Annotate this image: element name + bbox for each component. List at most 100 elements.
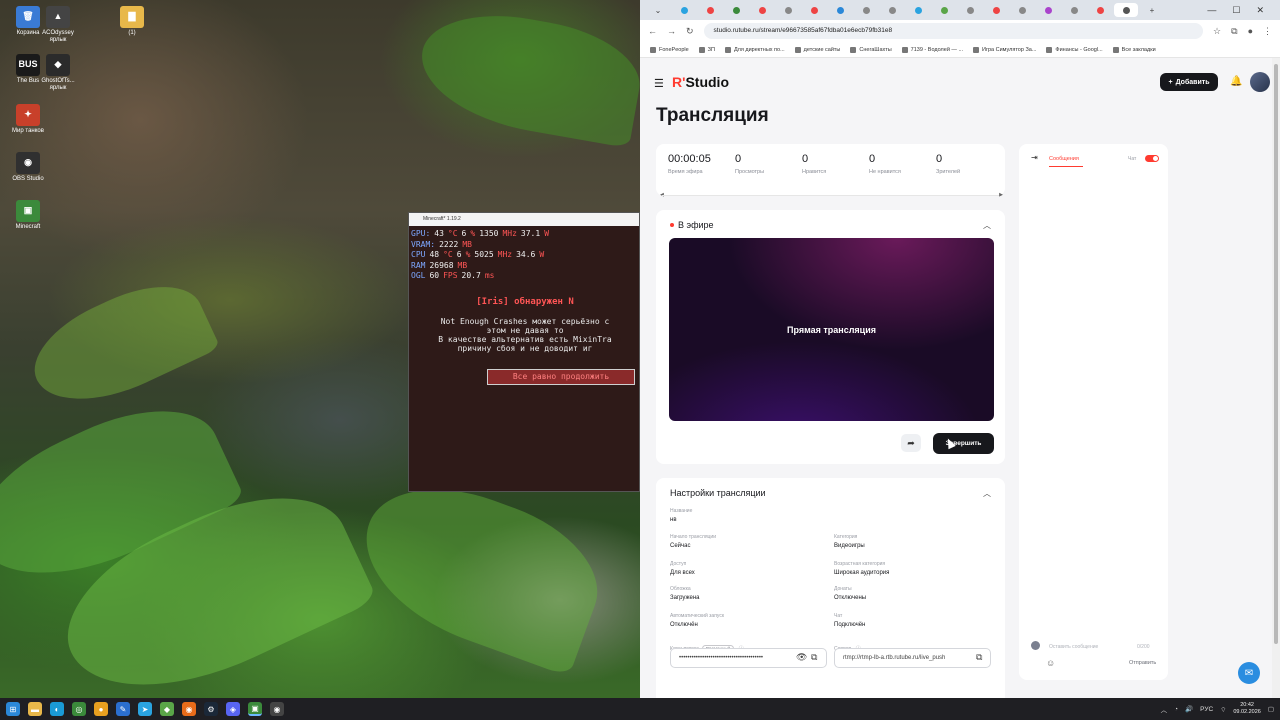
taskbar-app-icon[interactable]: ◈ xyxy=(226,702,240,716)
minecraft-window[interactable]: Minecraft* 1.19.2 GPU: 43 °C 6% 1350 MHz 37.1 W… xyxy=(408,212,640,492)
browser-tab[interactable] xyxy=(776,3,800,17)
bookmark-item[interactable]: СнегаШахты xyxy=(850,46,892,53)
browser-tab[interactable] xyxy=(906,3,930,17)
browser-tab[interactable] xyxy=(698,3,722,17)
browser-tab[interactable] xyxy=(672,3,696,17)
copy-icon[interactable]: ⧉ xyxy=(811,652,817,663)
browser-tab[interactable] xyxy=(958,3,982,17)
network-icon[interactable]: ◔ xyxy=(1174,706,1178,713)
send-button[interactable]: Отправить xyxy=(1129,660,1156,666)
taskbar-app-icon[interactable]: ▬ xyxy=(28,702,42,716)
stream-player[interactable]: Прямая трансляция xyxy=(669,238,994,421)
start-button[interactable]: ⊞ xyxy=(6,702,20,716)
bookmark-item[interactable]: ЗП xyxy=(698,46,715,53)
field-start[interactable]: Начало трансляции Сейчас xyxy=(670,534,716,549)
browser-tab[interactable] xyxy=(828,3,852,17)
tab-messages[interactable]: Сообщения xyxy=(1049,156,1079,162)
back-icon[interactable]: ← xyxy=(648,26,657,36)
close-button[interactable]: ✕ xyxy=(1256,5,1264,16)
bookmark-item[interactable]: Игра Симулятор За... xyxy=(973,46,1036,53)
chevron-up-icon[interactable]: ︿ xyxy=(1161,704,1168,714)
reload-icon[interactable]: ↻ xyxy=(686,26,694,37)
chat-toggle[interactable] xyxy=(1145,155,1159,162)
taskbar-app-icon[interactable]: ◉ xyxy=(270,702,284,716)
field-category[interactable]: Категория Видеоигры xyxy=(834,534,865,549)
desktop-icon[interactable]: ✦ Мир танков xyxy=(6,104,50,135)
browser-tab[interactable] xyxy=(750,3,774,17)
browser-tab[interactable] xyxy=(932,3,956,17)
taskbar-app-icon[interactable]: ✎ xyxy=(116,702,130,716)
profile-icon[interactable]: ● xyxy=(1248,26,1253,36)
menu-icon[interactable]: ☰ xyxy=(654,77,664,90)
taskbar-app-icon[interactable]: ◆ xyxy=(160,702,174,716)
wifi-icon[interactable]: ⌔ xyxy=(1220,705,1226,714)
field-donations[interactable]: Донаты Отключены xyxy=(834,586,866,601)
bell-icon[interactable]: 🔔 xyxy=(1230,76,1242,87)
desktop-icon[interactable]: ▇ (1) xyxy=(110,6,154,37)
stats-scrollbar[interactable] xyxy=(662,195,1000,196)
maximize-button[interactable]: ☐ xyxy=(1232,5,1240,16)
field-name[interactable]: Название нв xyxy=(670,508,692,523)
browser-tab[interactable] xyxy=(1036,3,1060,17)
chevron-up-icon[interactable]: ︿ xyxy=(983,220,991,231)
server-input[interactable]: rtmp://rtmp-lb-a.rtb.rutube.ru/live_push xyxy=(834,648,991,668)
field-cover[interactable]: Обложка Загружена xyxy=(670,586,700,601)
collapse-panel-icon[interactable]: ⇥ xyxy=(1031,153,1038,162)
studio-logo[interactable]: R'Studio xyxy=(672,74,729,90)
continue-anyway-button[interactable]: Все равно продолжить xyxy=(487,369,635,385)
tab-menu-icon[interactable]: ⌄ xyxy=(646,3,670,17)
extensions-icon[interactable]: ⧉ xyxy=(1231,26,1237,37)
field-autostart[interactable]: Автоматический запуск Отключён xyxy=(670,613,724,628)
browser-tab[interactable] xyxy=(724,3,748,17)
taskbar-app-icon[interactable]: ◎ xyxy=(72,702,86,716)
new-tab-button[interactable]: + xyxy=(1140,3,1164,17)
browser-tab[interactable] xyxy=(984,3,1008,17)
support-chat-icon[interactable]: ✉ xyxy=(1238,662,1260,684)
taskbar-app-icon[interactable]: ▣ xyxy=(248,702,262,716)
browser-tab[interactable] xyxy=(1010,3,1034,17)
finish-stream-button[interactable]: Завершить xyxy=(933,433,994,454)
star-icon[interactable]: ☆ xyxy=(1213,26,1221,37)
avatar[interactable] xyxy=(1250,72,1270,92)
language-indicator[interactable]: РУС xyxy=(1200,706,1213,713)
desktop-icon[interactable]: ▣ Minecraft xyxy=(6,200,50,231)
url-field[interactable]: studio.rutube.ru/stream/e96673585af67fdb… xyxy=(703,23,1204,39)
browser-tab[interactable] xyxy=(1062,3,1086,17)
desktop-icon[interactable]: ◉ OBS Studio xyxy=(6,152,50,183)
browser-tab[interactable] xyxy=(1088,3,1112,17)
minimize-button[interactable]: — xyxy=(1207,5,1216,16)
scroll-right-icon[interactable]: ▶ xyxy=(999,192,1003,198)
message-input[interactable]: Оставить сообщение xyxy=(1049,644,1098,650)
emoji-icon[interactable]: ☺ xyxy=(1046,658,1055,668)
bookmark-item[interactable]: Финансы - Googl... xyxy=(1046,46,1103,53)
bookmark-item[interactable]: FonePeople xyxy=(650,46,689,53)
browser-tab[interactable] xyxy=(880,3,904,17)
desktop-icon[interactable]: ◆ GhostOfTs... ярлык xyxy=(36,54,80,91)
chevron-up-icon[interactable]: ︿ xyxy=(983,488,991,499)
bookmark-item[interactable]: детские сайты xyxy=(794,46,840,53)
page-scrollbar[interactable] xyxy=(1272,58,1280,698)
clock[interactable]: 20:42 09.02.2026 xyxy=(1233,702,1261,716)
add-button[interactable]: + Добавить xyxy=(1160,73,1218,91)
desktop-icon[interactable]: ▲ ACOdyssey ярлык xyxy=(36,6,80,43)
field-access[interactable]: Доступ Для всех xyxy=(670,561,695,576)
volume-icon[interactable]: 🔊 xyxy=(1185,705,1193,713)
taskbar-app-icon[interactable]: ➤ xyxy=(138,702,152,716)
menu-icon[interactable]: ⋮ xyxy=(1263,26,1272,37)
taskbar-app-icon[interactable]: ◐ xyxy=(50,702,64,716)
bookmark-item[interactable]: 7139 - Водолей — ... xyxy=(901,46,963,53)
taskbar-app-icon[interactable]: ● xyxy=(94,702,108,716)
browser-tab[interactable] xyxy=(1114,3,1138,17)
bookmark-item[interactable]: Все закладки xyxy=(1112,46,1156,53)
forward-icon[interactable]: → xyxy=(667,26,676,36)
eye-icon[interactable]: 👁 xyxy=(796,652,807,663)
field-chat[interactable]: Чат Подключён xyxy=(834,613,865,628)
field-age[interactable]: Возрастная категория Широкая аудитория xyxy=(834,561,889,576)
share-icon[interactable]: ➦ xyxy=(901,434,921,452)
taskbar-app-icon[interactable]: ⚙ xyxy=(204,702,218,716)
bookmark-item[interactable]: Для директных по... xyxy=(724,46,785,53)
taskbar-app-icon[interactable]: ◉ xyxy=(182,702,196,716)
copy-icon[interactable]: ⧉ xyxy=(976,652,982,663)
browser-tab[interactable] xyxy=(854,3,878,17)
browser-tab[interactable] xyxy=(802,3,826,17)
